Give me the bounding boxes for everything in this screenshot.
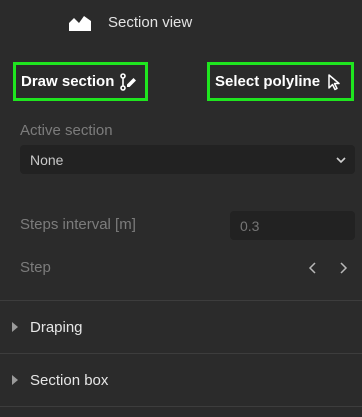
steps-interval-input[interactable] [230,211,355,240]
active-section-label: Active section [20,122,113,139]
divider [0,406,362,407]
active-section-dropdown[interactable]: None [20,145,355,174]
divider [0,353,362,354]
panel-header: Section view [0,0,362,48]
draw-polyline-pencil-icon [120,72,136,91]
draw-section-label: Draw section [21,73,115,90]
step-label: Step [20,259,51,276]
draw-section-button[interactable]: Draw section [13,62,148,101]
cursor-arrow-icon [328,73,340,90]
section-view-panel: Section view Draw section Select polylin… [0,0,362,417]
panel-title: Section view [108,14,193,31]
draping-label: Draping [30,318,83,336]
select-polyline-button[interactable]: Select polyline [207,62,354,101]
steps-interval-label: Steps interval [m] [20,216,136,233]
step-previous-icon[interactable] [306,260,320,276]
active-section-value: None [30,151,64,168]
select-polyline-label: Select polyline [215,73,321,90]
section-box-section-header[interactable]: Section box [0,355,362,405]
caret-right-icon [12,375,18,385]
section-box-label: Section box [30,371,109,389]
section-view-icon [69,16,91,31]
caret-right-icon [12,322,18,332]
draping-section-header[interactable]: Draping [0,302,362,352]
step-next-icon[interactable] [336,260,350,276]
divider [0,300,362,301]
chevron-down-icon [336,156,346,163]
